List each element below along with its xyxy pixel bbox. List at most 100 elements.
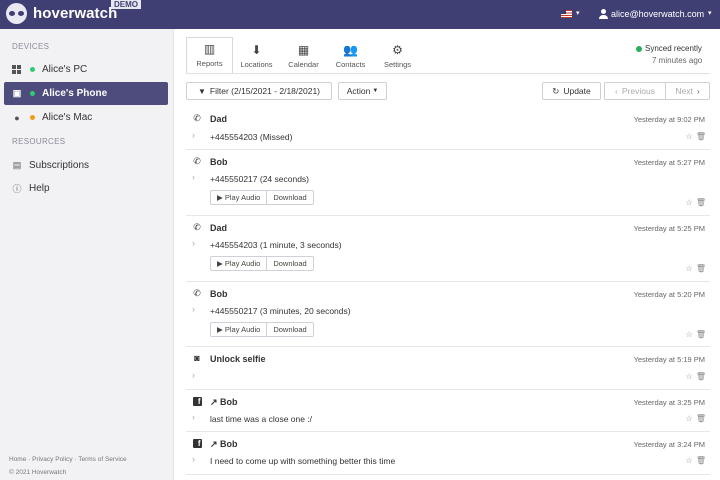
chevron-down-icon[interactable]: ▾ [708,9,712,17]
sidebar-item-alices-pc[interactable]: Alice's PC [4,58,168,81]
trash-icon[interactable]: 🗑 [696,132,706,141]
list-item[interactable]: ✆ Dad Yesterday at 5:25 PM › +445554203 … [186,216,710,282]
trash-icon[interactable]: 🗑 [696,264,706,273]
tab-settings[interactable]: ⚙ Settings [374,37,421,74]
list-item[interactable]: ✆ Bob Yesterday at 5:20 PM › +445550217 … [186,282,710,347]
star-icon[interactable]: ☆ [686,456,693,465]
entry-actions: ☆ 🗑 [683,372,706,381]
user-icon[interactable] [599,9,608,19]
us-flag-icon[interactable] [561,10,572,18]
action-button[interactable]: Action ▼ [338,82,387,100]
play-audio-label: Play Audio [224,325,261,334]
report-tabs: ▥ Reports ⬇ Locations ▦ Calendar 👥 Conta… [186,37,421,74]
sidebar-item-alices-mac[interactable]: ● Alice's Mac [4,106,168,129]
status-dot [30,115,35,120]
sync-status-text: Synced recently [645,44,702,53]
sidebar: DEVICES Alice's PC ▣ Alice's Phone ● Ali… [0,29,174,480]
apple-icon: ● [14,112,20,123]
entry-text: +445554203 (1 minute, 3 seconds) [210,240,342,250]
entry-text: +445554203 (Missed) [210,132,293,142]
chevron-right-icon[interactable]: › [192,370,195,380]
entry-title: Bob [210,289,228,299]
chevron-right-icon[interactable]: › [192,454,195,464]
list-item[interactable]: f ↗ Bob Yesterday at 3:25 PM › last time… [186,390,710,432]
footer-links[interactable]: Home · Privacy Policy · Terms of Service [9,456,127,463]
play-audio-button[interactable]: ▶ Play Audio [211,323,268,336]
play-audio-button[interactable]: ▶ Play Audio [211,191,268,204]
trash-icon[interactable]: 🗑 [696,372,706,381]
play-audio-button[interactable]: ▶ Play Audio [211,257,268,270]
entry-title: Unlock selfie [210,354,266,364]
tab-calendar[interactable]: ▦ Calendar [280,37,327,74]
location-icon: ⬇ [251,43,262,57]
download-button[interactable]: Download [267,323,312,336]
previous-label: Previous [621,86,655,96]
star-icon[interactable]: ☆ [686,414,693,423]
entry-actions: ☆ 🗑 [683,330,706,339]
next-label: Next [675,86,693,96]
logo[interactable]: hoverwatch [6,3,117,24]
entry-title: ↗ Bob [210,397,238,407]
list-item[interactable]: ✆ Dad Yesterday at 9:02 PM › +445554203 … [186,107,710,150]
entry-actions: ☆ 🗑 [683,414,706,423]
phone-call-icon: ✆ [193,113,201,123]
star-icon[interactable]: ☆ [686,330,693,339]
refresh-icon: ↻ [552,85,560,96]
list-item[interactable]: ◙ Unlock selfie Yesterday at 5:19 PM › ☆… [186,347,710,390]
tab-reports[interactable]: ▥ Reports [186,37,233,74]
chevron-down-icon[interactable]: ▾ [576,9,580,17]
audio-controls: ▶ Play Audio Download [210,256,314,271]
user-email[interactable]: alice@hoverwatch.com [611,9,704,19]
tab-label: Contacts [335,60,366,69]
chevron-right-icon[interactable]: › [192,238,195,248]
list-item[interactable]: f ↗ Bob Yesterday at 3:24 PM › I need to… [186,432,710,475]
calendar-icon: ▦ [297,43,310,57]
logo-text: hoverwatch [33,5,118,22]
chevron-right-icon[interactable]: › [192,412,195,422]
filter-button[interactable]: ▼ Filter (2/15/2021 - 2/18/2021) [186,82,332,100]
logo-icon [6,3,27,24]
info-icon: ⓘ [12,184,22,194]
tab-contacts[interactable]: 👥 Contacts [327,37,374,74]
trash-icon[interactable]: 🗑 [696,456,706,465]
star-icon[interactable]: ☆ [686,372,693,381]
chevron-right-icon[interactable]: › [192,304,195,314]
resources-section-title: RESOURCES [12,137,66,146]
phone-call-icon: ✆ [193,288,201,298]
sidebar-item-help[interactable]: ⓘ Help [4,177,168,200]
previous-button[interactable]: ‹ Previous [604,82,666,100]
audio-controls: ▶ Play Audio Download [210,322,314,337]
entry-title: Bob [210,157,228,167]
entry-actions: ☆ 🗑 [683,264,706,273]
list-item[interactable]: ✆ Bob Yesterday at 5:27 PM › +445550217 … [186,150,710,216]
entry-title: Dad [210,114,228,124]
trash-icon[interactable]: 🗑 [696,414,706,423]
chevron-right-icon: › [696,86,700,96]
star-icon[interactable]: ☆ [686,198,693,207]
trash-icon[interactable]: 🗑 [696,330,706,339]
trash-icon[interactable]: 🗑 [696,198,706,207]
entry-time: Yesterday at 9:02 PM [633,115,705,124]
camera-icon: ◙ [194,353,200,363]
entry-actions: ☆ 🗑 [683,198,706,207]
chevron-right-icon[interactable]: › [192,172,195,182]
chevron-right-icon[interactable]: › [192,130,195,140]
tab-locations[interactable]: ⬇ Locations [233,37,280,74]
tab-label: Settings [383,60,412,69]
play-audio-label: Play Audio [224,259,261,268]
star-icon[interactable]: ☆ [686,132,693,141]
action-label: Action [346,86,371,96]
star-icon[interactable]: ☆ [686,264,693,273]
download-button[interactable]: Download [267,191,312,204]
update-button[interactable]: ↻ Update [542,82,601,100]
facebook-icon: f [192,438,202,448]
phone-call-icon: ✆ [193,156,201,166]
top-bar: hoverwatch DEMO ▾ alice@hoverwatch.com ▾ [0,0,720,29]
sidebar-item-alices-phone[interactable]: ▣ Alice's Phone [4,82,168,105]
audio-controls: ▶ Play Audio Download [210,190,314,205]
next-button[interactable]: Next › [665,82,710,100]
tab-label: Calendar [288,60,319,69]
download-button[interactable]: Download [267,257,312,270]
sync-time: 7 minutes ago [652,56,703,65]
sidebar-item-subscriptions[interactable]: ▤ Subscriptions [4,154,168,177]
